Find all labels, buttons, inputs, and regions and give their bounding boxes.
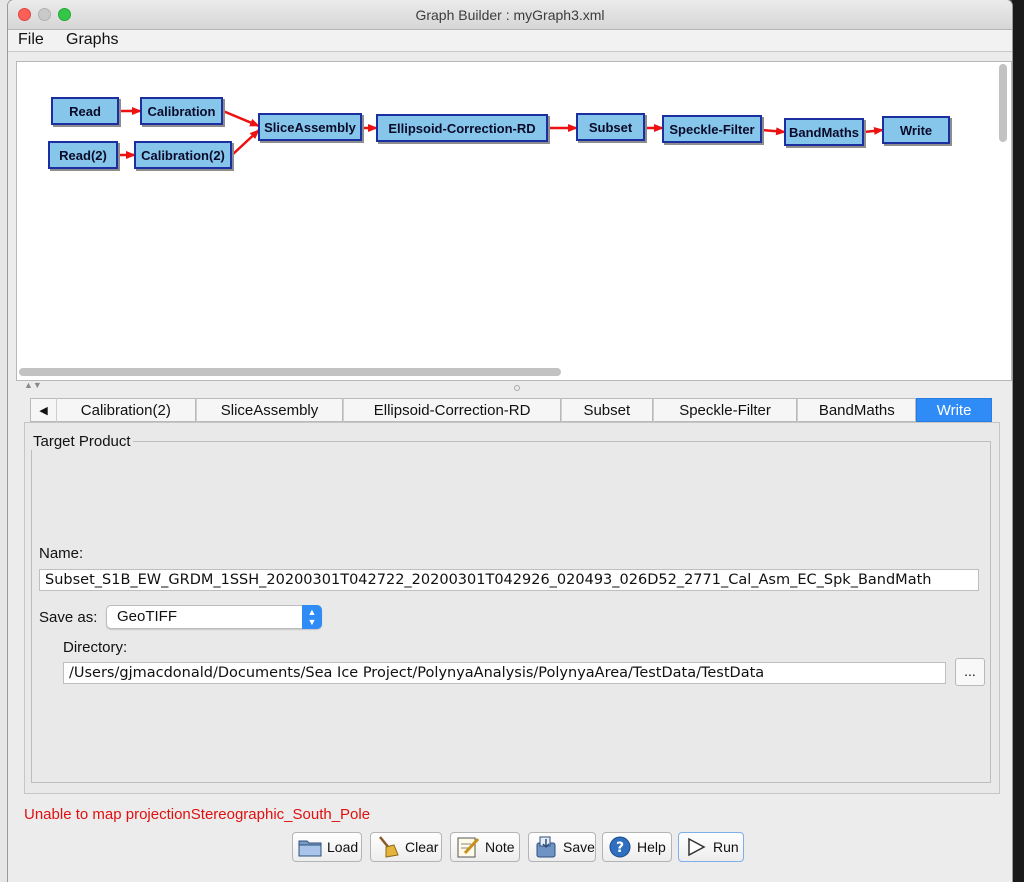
save-label: Save (563, 839, 595, 855)
graph-node-ellipsoid-correction[interactable]: Ellipsoid-Correction-RD (376, 114, 548, 142)
tab-calibration2[interactable]: Calibration(2) (55, 398, 196, 422)
save-disk-icon (533, 835, 559, 859)
vertical-scroll-thumb[interactable] (999, 64, 1007, 142)
help-question-icon: ? (607, 835, 633, 859)
tab-speckle-filter[interactable]: Speckle-Filter (652, 398, 798, 422)
title-bar: Graph Builder : myGraph3.xml (8, 0, 1012, 30)
clear-label: Clear (405, 839, 439, 855)
note-button[interactable]: Note (450, 832, 520, 862)
chevron-up-down-icon[interactable]: ▲ ▼ (302, 605, 322, 629)
save-as-label: Save as: (39, 609, 98, 626)
save-as-format-select[interactable]: GeoTIFF ▲ ▼ (106, 605, 322, 629)
edge-calibration2-sliceassembly (231, 129, 260, 156)
broom-icon (375, 835, 401, 859)
write-parameters-panel: Target Product Name: Subset_S1B_EW_GRDM_… (24, 422, 1000, 794)
menu-graphs[interactable]: Graphs (66, 31, 118, 49)
folder-icon (297, 835, 323, 859)
svg-text:?: ? (616, 840, 624, 856)
tab-subset[interactable]: Subset (560, 398, 653, 422)
graph-node-bandmaths[interactable]: BandMaths (784, 118, 864, 146)
save-button[interactable]: Save (528, 832, 596, 862)
graph-vertical-scrollbar[interactable] (997, 64, 1009, 364)
split-pane-divider[interactable]: ▲▼ (16, 380, 1012, 394)
load-label: Load (327, 839, 359, 855)
split-arrows-icon[interactable]: ▲▼ (24, 380, 42, 390)
node-tabs: ◀ Calibration(2) SliceAssembly Ellipsoid… (30, 398, 992, 422)
edge-speckle-bandmaths (761, 127, 786, 136)
graph-node-sliceassembly[interactable]: SliceAssembly (258, 113, 362, 141)
directory-field[interactable]: /Users/gjmacdonald/Documents/Sea Ice Pro… (63, 662, 946, 684)
clear-button[interactable]: Clear (370, 832, 442, 862)
directory-label: Directory: (63, 639, 128, 656)
graph-node-calibration[interactable]: Calibration (140, 97, 223, 125)
name-field[interactable]: Subset_S1B_EW_GRDM_1SSH_20200301T042722_… (39, 569, 979, 591)
graph-node-subset[interactable]: Subset (576, 113, 645, 141)
window-title: Graph Builder : myGraph3.xml (415, 7, 605, 23)
tab-bandmaths[interactable]: BandMaths (797, 398, 917, 422)
graph-horizontal-scrollbar[interactable] (19, 366, 979, 378)
tab-write[interactable]: Write (916, 398, 992, 422)
graph-node-read[interactable]: Read (51, 97, 119, 125)
graph-node-write[interactable]: Write (882, 116, 950, 144)
horizontal-scroll-thumb[interactable] (19, 368, 561, 376)
tab-scroll-left-icon[interactable]: ◀ (30, 398, 56, 422)
graph-node-speckle-filter[interactable]: Speckle-Filter (662, 115, 762, 143)
browse-directory-button[interactable]: ... (955, 658, 985, 686)
target-product-title: Target Product (31, 433, 133, 450)
help-button[interactable]: ? Help (602, 832, 672, 862)
edge-calibration-sliceassembly (222, 109, 260, 128)
split-grip-icon (514, 385, 520, 391)
note-label: Note (485, 839, 515, 855)
note-pencil-icon (455, 835, 481, 859)
play-icon (683, 835, 709, 859)
graph-canvas[interactable]: Read Calibration Read(2) Calibration(2) … (16, 61, 1012, 381)
name-label: Name: (39, 545, 84, 562)
error-message: Unable to map projectionStereographic_So… (24, 806, 371, 823)
run-label: Run (713, 839, 739, 855)
menu-bar: File Graphs (8, 30, 1012, 52)
menu-file[interactable]: File (18, 31, 44, 49)
graph-node-calibration2[interactable]: Calibration(2) (134, 141, 232, 169)
graph-node-read2[interactable]: Read(2) (48, 141, 118, 169)
background-desktop (1012, 0, 1024, 882)
edge-bandmaths-write (863, 126, 884, 135)
help-label: Help (637, 839, 666, 855)
run-button[interactable]: Run (678, 832, 744, 862)
graph-builder-window: Graph Builder : myGraph3.xml File Graphs (8, 0, 1012, 882)
load-button[interactable]: Load (292, 832, 362, 862)
save-as-format-value: GeoTIFF (117, 608, 178, 625)
tab-ellipsoid-correction[interactable]: Ellipsoid-Correction-RD (343, 398, 561, 422)
tab-sliceassembly[interactable]: SliceAssembly (195, 398, 344, 422)
